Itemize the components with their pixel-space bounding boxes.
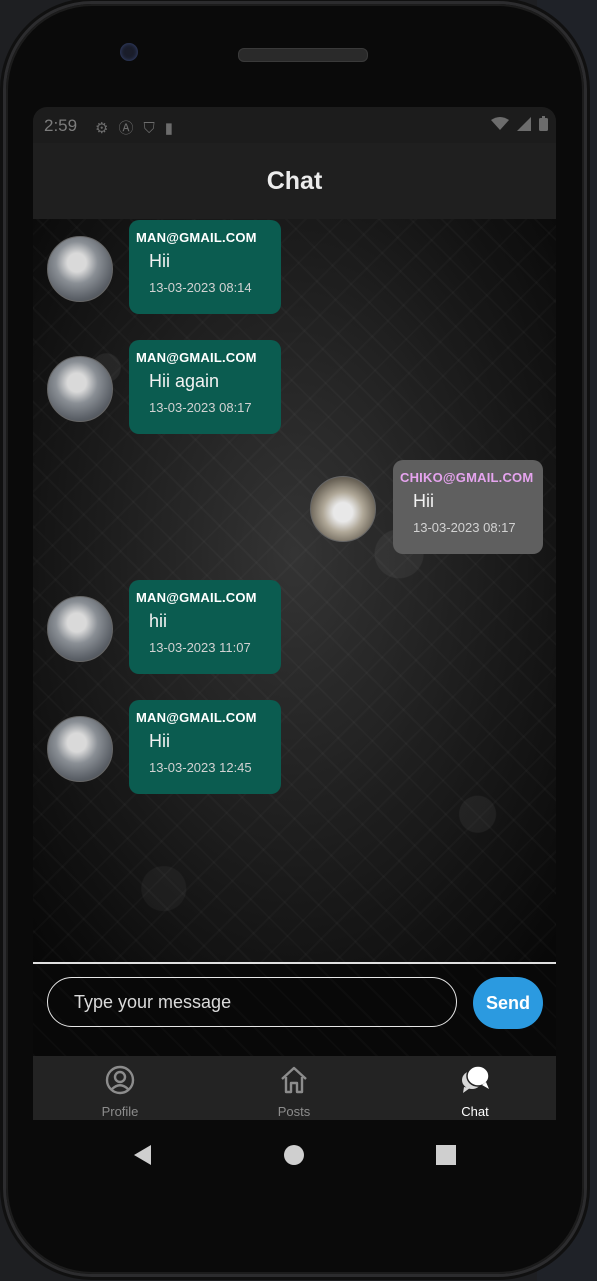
message-sender: MAN@GMAIL.COM — [136, 710, 257, 725]
shield-icon: ⛉ — [143, 120, 165, 137]
chat-messages-area[interactable]: MAN@GMAIL.COM Hii 13-03-2023 08:14 MAN@G… — [33, 219, 556, 963]
nav-label-chat: Chat — [461, 1104, 489, 1119]
nav-item-posts[interactable]: Posts — [234, 1056, 354, 1120]
profile-icon — [105, 1065, 135, 1095]
message-composer: Send — [33, 964, 556, 1056]
a-circle-icon: Ⓐ — [118, 120, 144, 137]
message-sender: MAN@GMAIL.COM — [136, 350, 257, 365]
avatar[interactable] — [47, 716, 113, 782]
nav-item-profile[interactable]: Profile — [60, 1056, 180, 1120]
message-time: 13-03-2023 08:14 — [149, 280, 252, 295]
avatar[interactable] — [47, 596, 113, 662]
recents-icon[interactable] — [431, 1140, 461, 1170]
message-bubble: CHIKO@GMAIL.COM Hii 13-03-2023 08:17 — [393, 460, 543, 554]
phone-frame: 2:59 ⚙Ⓐ⛉▮ Chat MAN@GMAIL.COM Hii 13-03-2… — [6, 4, 584, 1274]
message-time: 13-03-2023 08:17 — [413, 520, 516, 535]
status-left-icons: ⚙Ⓐ⛉▮ — [95, 117, 183, 138]
message-text: Hii — [413, 491, 434, 511]
page-title: Chat — [266, 166, 323, 195]
avatar[interactable] — [47, 236, 113, 302]
message-text: Hii — [149, 251, 170, 271]
message-bubble: MAN@GMAIL.COM Hii 13-03-2023 12:45 — [129, 700, 281, 794]
home-circle-icon[interactable] — [279, 1140, 309, 1170]
earpiece-speaker — [238, 48, 368, 62]
avatar[interactable] — [310, 476, 376, 542]
nav-label-posts: Posts — [277, 1104, 311, 1119]
message-text: Hii again — [149, 371, 220, 391]
signal-icon — [516, 117, 531, 131]
app-bar: Chat — [33, 143, 556, 219]
status-right-icons — [490, 116, 548, 135]
message-sender: MAN@GMAIL.COM — [136, 230, 257, 245]
wifi-icon — [490, 117, 509, 130]
system-navigation-bar — [33, 1120, 556, 1190]
battery-icon — [539, 116, 548, 131]
status-time: 2:59 — [44, 116, 78, 135]
sd-card-icon: ▮ — [164, 120, 183, 137]
message-sender: MAN@GMAIL.COM — [136, 590, 257, 605]
nav-item-chat[interactable]: Chat — [415, 1056, 535, 1120]
bottom-navigation: Profile Posts Chat — [33, 1056, 556, 1120]
gear-icon: ⚙ — [95, 120, 119, 137]
chat-icon — [462, 1065, 490, 1093]
status-bar: 2:59 ⚙Ⓐ⛉▮ — [33, 107, 556, 143]
message-sender: CHIKO@GMAIL.COM — [400, 470, 534, 485]
message-time: 13-03-2023 12:45 — [149, 760, 252, 775]
message-bubble: MAN@GMAIL.COM hii 13-03-2023 11:07 — [129, 580, 281, 674]
message-text: hii — [149, 611, 168, 631]
nav-label-profile: Profile — [101, 1104, 139, 1119]
message-time: 13-03-2023 11:07 — [149, 640, 251, 655]
avatar[interactable] — [47, 356, 113, 422]
message-input[interactable] — [47, 977, 457, 1027]
message-time: 13-03-2023 08:17 — [149, 400, 252, 415]
front-camera — [120, 43, 138, 61]
message-text: Hii — [149, 731, 170, 751]
message-bubble: MAN@GMAIL.COM Hii 13-03-2023 08:14 — [129, 220, 281, 314]
message-bubble: MAN@GMAIL.COM Hii again 13-03-2023 08:17 — [129, 340, 281, 434]
send-button[interactable]: Send — [473, 977, 543, 1029]
phone-screen: 2:59 ⚙Ⓐ⛉▮ Chat MAN@GMAIL.COM Hii 13-03-2… — [33, 107, 556, 1120]
back-icon[interactable] — [129, 1140, 159, 1170]
home-icon — [281, 1066, 307, 1094]
